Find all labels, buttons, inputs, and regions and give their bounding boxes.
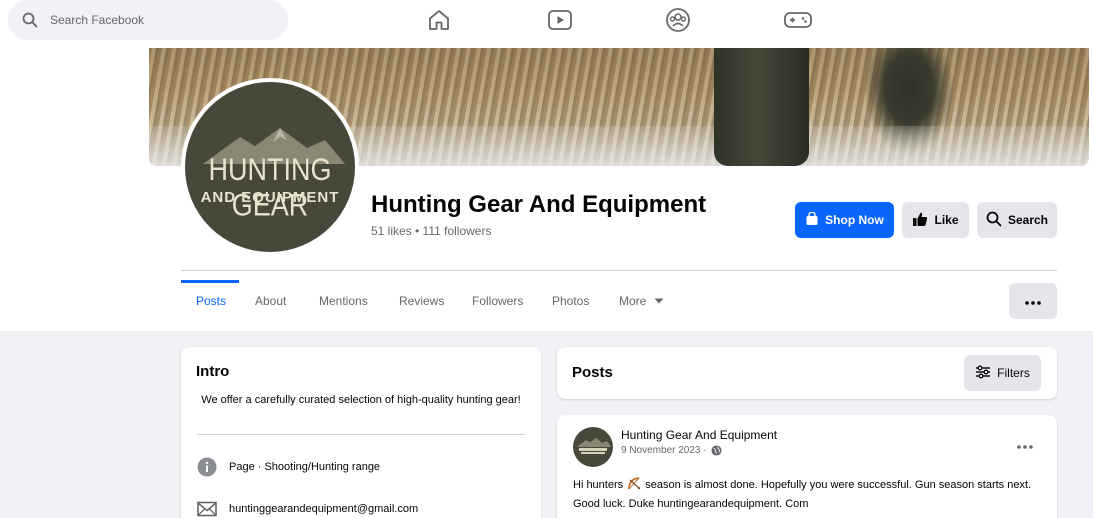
page-header: HUNTING GEAR AND EQUIPMENT Hunting Gear …: [0, 48, 1093, 331]
intro-email[interactable]: huntinggearandequipment@gmail.com: [229, 503, 418, 515]
like-label: Like: [934, 213, 959, 227]
post-author-avatar[interactable]: [573, 427, 613, 467]
page-title: Hunting Gear And Equipment: [371, 191, 707, 218]
intro-category: Page · Shooting/Hunting range: [229, 461, 381, 473]
filters-label: Filters: [997, 366, 1030, 380]
top-navigation-bar: Search Facebook: [0, 0, 1093, 48]
home-icon[interactable]: [424, 6, 454, 34]
video-icon[interactable]: [545, 6, 575, 34]
search-icon: [986, 211, 1002, 230]
groups-icon[interactable]: [663, 6, 693, 34]
logo-text-line2: AND EQUIPMENT: [200, 189, 340, 206]
post-body: Hi hunters season is almost done. Hopefu…: [573, 475, 1043, 512]
envelope-icon: [197, 499, 217, 518]
intro-card: Intro We offer a carefully curated selec…: [181, 347, 541, 518]
intro-email-row: huntinggearandequipment@gmail.com: [197, 499, 418, 518]
post-author[interactable]: Hunting Gear And Equipment: [621, 428, 777, 442]
search-placeholder[interactable]: Search Facebook: [50, 13, 144, 27]
intro-divider: [197, 434, 525, 435]
globe-icon: [711, 445, 722, 456]
tab-photos[interactable]: Photos: [552, 271, 589, 331]
ellipsis-icon: [1017, 436, 1033, 454]
posts-title: Posts: [572, 364, 613, 381]
thumbs-up-icon: [912, 211, 928, 230]
page-search-button[interactable]: Search: [977, 202, 1057, 238]
logo-text-line1: HUNTING GEAR: [208, 152, 332, 223]
post-text-start: Hi hunters: [573, 479, 627, 491]
shop-now-button[interactable]: Shop Now: [795, 202, 894, 238]
shopping-bag-icon: [805, 210, 819, 229]
info-icon: [197, 457, 217, 477]
post-meta: 9 November 2023 ·: [621, 445, 722, 456]
search-label: Search: [1007, 213, 1049, 227]
tab-reviews[interactable]: Reviews: [399, 271, 444, 331]
ellipsis-icon: [1025, 292, 1041, 310]
cover-photo-hunter: [714, 48, 809, 166]
post-options-button[interactable]: [1013, 435, 1037, 455]
tab-about[interactable]: About: [255, 271, 286, 331]
post-date[interactable]: 9 November 2023 ·: [621, 445, 707, 456]
tab-more[interactable]: More: [619, 271, 664, 331]
search-icon: [20, 10, 40, 30]
caret-down-icon: [654, 298, 664, 304]
posts-header-card: Posts Filters: [557, 347, 1057, 399]
active-tab-indicator: [181, 280, 239, 283]
search-box[interactable]: Search Facebook: [8, 0, 288, 40]
more-options-button[interactable]: [1009, 283, 1057, 319]
post-card: Hunting Gear And Equipment 9 November 20…: [557, 415, 1057, 518]
page-stats[interactable]: 51 likes • 111 followers: [371, 224, 491, 238]
tab-more-label: More: [619, 294, 647, 308]
tab-mentions[interactable]: Mentions: [319, 271, 368, 331]
shop-now-label: Shop Now: [825, 213, 884, 227]
intro-description: We offer a carefully curated selection o…: [201, 394, 521, 406]
tab-followers[interactable]: Followers: [472, 271, 523, 331]
like-button[interactable]: Like: [902, 202, 969, 238]
mountain-logo-icon: [577, 438, 611, 454]
profile-picture[interactable]: HUNTING GEAR AND EQUIPMENT: [185, 82, 355, 252]
intro-title: Intro: [196, 363, 230, 380]
bow-and-arrow-icon: [626, 475, 642, 496]
sliders-icon: [975, 365, 991, 382]
intro-category-row: Page · Shooting/Hunting range: [197, 457, 380, 477]
gaming-icon[interactable]: [783, 6, 813, 34]
filters-button[interactable]: Filters: [964, 355, 1041, 391]
